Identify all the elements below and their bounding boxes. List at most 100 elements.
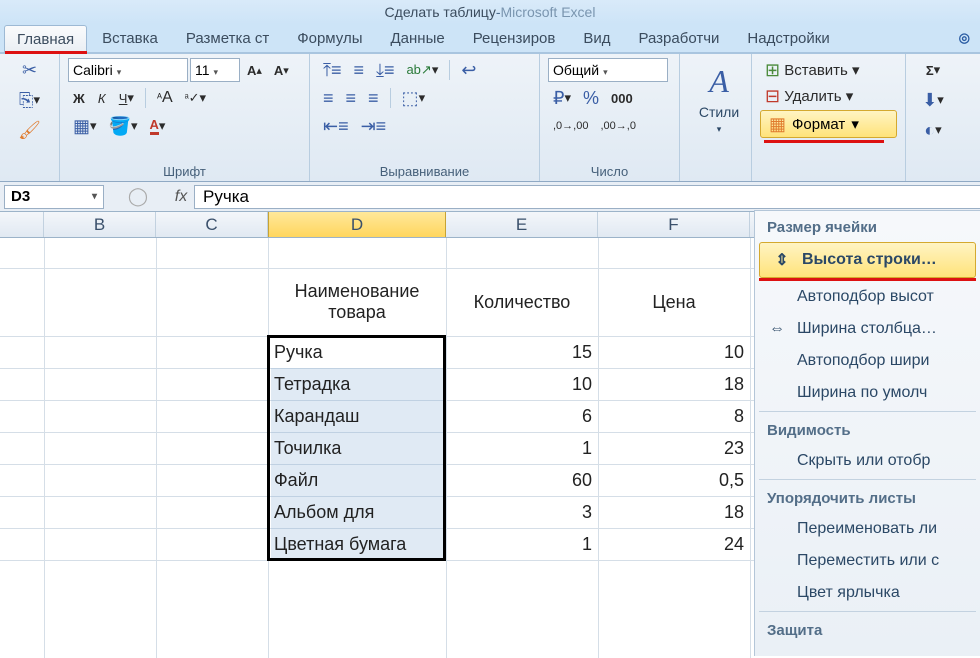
cut-button[interactable]: ✂	[8, 58, 51, 82]
bold-button[interactable]: Ж	[68, 86, 90, 110]
cell-f4[interactable]: 18	[598, 368, 750, 400]
currency-button[interactable]: ₽▾	[548, 86, 576, 110]
col-header-f[interactable]: F	[598, 212, 750, 237]
col-header-c[interactable]: C	[156, 212, 268, 237]
font-grow-icon[interactable]: ᴬA	[152, 86, 178, 110]
format-cells-button[interactable]: ▦Формат ▾	[760, 110, 897, 138]
cell-f3[interactable]: 10	[598, 336, 750, 368]
clear-button[interactable]: ◐▾	[914, 118, 952, 142]
cell-f9[interactable]: 24	[598, 528, 750, 560]
format-menu-rename[interactable]: Переименовать ли	[755, 513, 980, 545]
increase-indent-button[interactable]: ⇥≡	[356, 114, 392, 138]
cell-e2[interactable]: Количество	[446, 268, 598, 336]
increase-decimal-button[interactable]: ,0→,00	[548, 114, 593, 138]
align-right-button[interactable]: ≡	[363, 86, 384, 110]
phonetic-button[interactable]: ᵃ✓▾	[180, 86, 211, 110]
delete-cells-button[interactable]: ⊟ Удалить ▾	[760, 84, 890, 108]
wrap-text-button[interactable]: ↩	[456, 58, 481, 82]
format-menu-autofit-col[interactable]: Автоподбор шири	[755, 345, 980, 377]
decrease-decimal-button[interactable]: ,00→,0	[595, 114, 640, 138]
decrease-indent-button[interactable]: ⇤≡	[318, 114, 354, 138]
group-number: Общий ₽▾ % 000 ,0→,00 ,00→,0 Число	[540, 54, 680, 181]
col-header-b[interactable]: B	[44, 212, 156, 237]
cell-f5[interactable]: 8	[598, 400, 750, 432]
font-name-combo[interactable]: Calibri	[68, 58, 188, 82]
tab-addins[interactable]: Надстройки	[734, 24, 842, 52]
comma-button[interactable]: 000	[606, 86, 638, 110]
cell-e4[interactable]: 10	[446, 368, 598, 400]
cell-d3[interactable]: Ручка	[268, 336, 446, 368]
cell-e5[interactable]: 6	[446, 400, 598, 432]
cell-e6[interactable]: 1	[446, 432, 598, 464]
tab-page-layout[interactable]: Разметка ст	[173, 24, 282, 52]
merge-button[interactable]: ⬚▾	[397, 86, 431, 110]
formula-input[interactable]: Ручка	[194, 185, 980, 209]
tab-view[interactable]: Вид	[570, 24, 623, 52]
styles-button[interactable]: A Стили ▾	[688, 58, 750, 140]
percent-icon: %	[583, 89, 599, 107]
tab-review[interactable]: Рецензиров	[460, 24, 569, 52]
format-painter-button[interactable]: 🖌	[8, 118, 51, 142]
wrap-icon: ↩	[461, 61, 476, 79]
tab-developer[interactable]: Разработчи	[626, 24, 733, 52]
cell-d8[interactable]: Альбом для	[268, 496, 446, 528]
document-title: Сделать таблицу	[385, 4, 496, 20]
cell-d9[interactable]: Цветная бумага	[268, 528, 446, 560]
cell-f8[interactable]: 18	[598, 496, 750, 528]
underline-button[interactable]: Ч▾	[114, 86, 139, 110]
cell-e3[interactable]: 15	[446, 336, 598, 368]
cell-d2[interactable]: Наименование товара	[268, 268, 446, 336]
format-menu-tab-color[interactable]: Цвет ярлычка	[755, 577, 980, 609]
cell-f6[interactable]: 23	[598, 432, 750, 464]
cell-e7[interactable]: 60	[446, 464, 598, 496]
borders-button[interactable]: ▦▾	[68, 114, 102, 138]
cell-f7[interactable]: 0,5	[598, 464, 750, 496]
format-menu-section-size: Размер ячейки	[755, 211, 980, 242]
autosum-button[interactable]: Σ ▾	[914, 58, 952, 82]
tab-insert[interactable]: Вставка	[89, 24, 171, 52]
format-menu-row-height[interactable]: ⇕ Высота строки…	[759, 242, 976, 278]
align-top-button[interactable]: ⤒≡	[318, 58, 346, 82]
align-bottom-button[interactable]: ⤓≡	[371, 58, 399, 82]
cell-d4[interactable]: Тетрадка	[268, 368, 446, 400]
align-left-button[interactable]: ≡	[318, 86, 339, 110]
group-editing: Σ ▾ ⬇▾ ◐▾	[906, 54, 960, 181]
help-icon[interactable]: ◎	[949, 24, 980, 52]
cell-d5[interactable]: Карандаш	[268, 400, 446, 432]
percent-button[interactable]: %	[578, 86, 604, 110]
italic-button[interactable]: К	[92, 86, 112, 110]
align-center-button[interactable]: ≡	[341, 86, 362, 110]
fill-button[interactable]: ⬇▾	[914, 88, 952, 112]
col-header-e[interactable]: E	[446, 212, 598, 237]
align-bottom-icon: ⤓≡	[376, 61, 394, 79]
name-box[interactable]: D3▾	[4, 185, 104, 209]
insert-cells-button[interactable]: ⊞ Вставить ▾	[760, 58, 890, 82]
align-middle-button[interactable]: ≡	[348, 58, 369, 82]
insert-function-button[interactable]: fx	[168, 188, 194, 206]
tab-data[interactable]: Данные	[378, 24, 458, 52]
format-menu-move[interactable]: Переместить или с	[755, 545, 980, 577]
format-menu-autofit-row[interactable]: Автоподбор высот	[755, 281, 980, 313]
fill-color-button[interactable]: 🪣▾	[104, 114, 143, 138]
format-menu-col-width[interactable]: ⇔ Ширина столбца…	[755, 313, 980, 345]
cell-e9[interactable]: 1	[446, 528, 598, 560]
increase-font-button[interactable]: A▴	[242, 58, 267, 82]
cell-d6[interactable]: Точилка	[268, 432, 446, 464]
font-color-button[interactable]: A▾	[145, 114, 171, 138]
circle-icon: ◯	[128, 186, 148, 207]
format-menu-hide[interactable]: Скрыть или отобр	[755, 445, 980, 477]
cell-d7[interactable]: Файл	[268, 464, 446, 496]
cell-f2[interactable]: Цена	[598, 268, 750, 336]
font-size-combo[interactable]: 11	[190, 58, 240, 82]
decrease-font-button[interactable]: A▾	[269, 58, 294, 82]
orientation-button[interactable]: ab↗▾	[401, 58, 443, 82]
fill-icon: ⬇	[922, 91, 937, 109]
col-header-a[interactable]	[0, 212, 44, 237]
copy-button[interactable]: ⎘▾	[8, 88, 51, 112]
number-format-combo[interactable]: Общий	[548, 58, 668, 82]
cell-e8[interactable]: 3	[446, 496, 598, 528]
tab-formulas[interactable]: Формулы	[284, 24, 375, 52]
tab-home[interactable]: Главная	[4, 25, 87, 53]
format-menu-default-width[interactable]: Ширина по умолч	[755, 377, 980, 409]
col-header-d[interactable]: D	[268, 212, 446, 237]
